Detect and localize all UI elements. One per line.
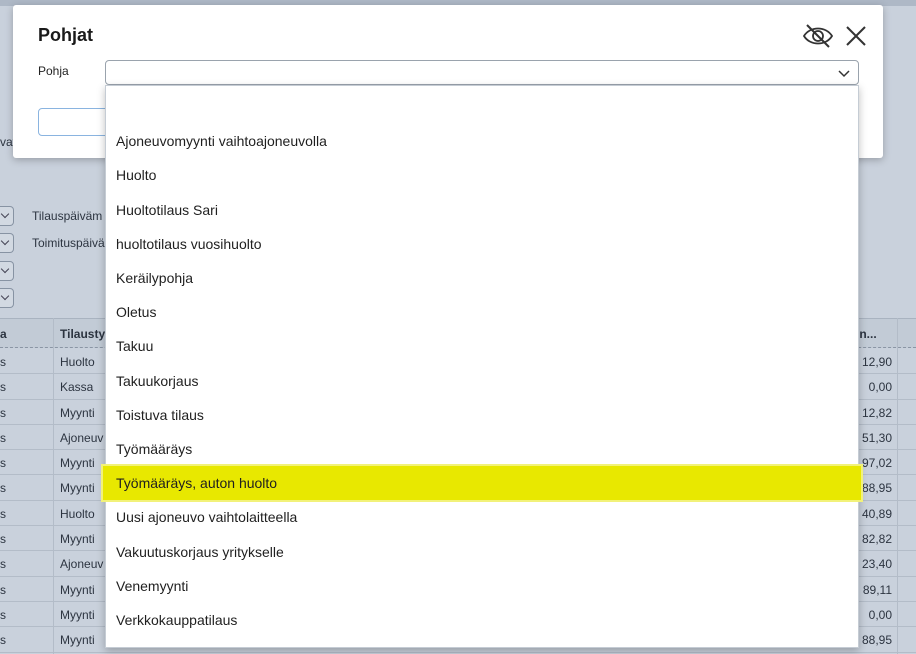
dropdown-option[interactable]: Takuukorjaus [106,364,858,398]
dropdown-option[interactable]: Venemyynti [106,569,858,603]
option-label: Uusi ajoneuvo vaihtolaitteella [116,509,298,526]
table-cell: s [0,355,6,369]
table-cell: s [0,380,6,395]
table-cell: Myynti [60,481,95,496]
table-cell: 40,89 [861,506,892,521]
option-label: Keräilypohja [116,270,194,286]
table-cell: 12,90 [861,355,892,369]
table-cell: s [0,607,6,622]
option-label: Ajoneuvomyynti vaihtoajoneuvolla [116,133,327,150]
filter-checkbox[interactable] [0,233,14,253]
filter-checkbox[interactable] [0,206,14,226]
column-header[interactable]: a [0,327,7,341]
table-cell: Myynti [60,456,95,471]
filter-row[interactable] [0,260,14,282]
table-cell: s [0,481,6,496]
table-cell: Ajoneuv [60,430,104,445]
dropdown-option[interactable]: Huoltotilaus Sari [106,193,858,227]
dropdown-option[interactable]: Huolto [106,158,858,192]
table-cell: Ajoneuv [60,557,104,572]
table-cell: 12,82 [861,405,892,420]
filter-label: Toimituspäivä [32,236,105,250]
filter-checkbox[interactable] [0,288,14,308]
option-label: Toistuva tilaus [116,406,204,423]
dropdown-option[interactable]: Työmääräys, auton huolto [103,466,861,501]
dropdown-option[interactable]: Toistuva tilaus [106,398,858,432]
table-cell: s [0,430,6,445]
table-cell: 0,00 [868,380,892,395]
template-select[interactable] [105,60,859,85]
dropdown-option[interactable]: huoltotilaus vuosihuolto [106,227,858,261]
dropdown-option[interactable]: Keräilypohja [106,261,858,295]
filter-label: Tilauspäiväm [32,209,103,223]
table-cell: 82,82 [861,532,892,547]
table-cell: 97,02 [861,456,892,471]
table-cell: s [0,405,6,420]
table-cell: s [0,506,6,521]
option-label: Huoltotilaus Sari [116,201,218,218]
dropdown-option[interactable]: Takuu [106,329,858,363]
table-cell: 23,40 [861,557,892,572]
table-cell: Huolto [60,355,95,369]
dropdown-option[interactable]: Ajoneuvomyynti vaihtoajoneuvolla [106,124,858,158]
option-label: Vakuutuskorjaus yritykselle [116,543,284,560]
option-label: Työmääräys [116,441,193,457]
dropdown-option[interactable]: Vakuutuskorjaus yritykselle [106,535,858,569]
table-cell: Myynti [60,607,95,622]
option-label: Huolto [116,167,157,184]
dropdown-option[interactable]: Verkkokauppatilaus [106,603,858,637]
table-cell: 88,95 [861,481,892,496]
option-label: Oletus [116,304,157,321]
filter-row[interactable] [0,287,14,309]
table-cell: Huolto [60,506,95,521]
table-cell: s [0,582,6,597]
filter-checkbox[interactable] [0,261,14,281]
table-cell: Myynti [60,582,95,597]
table-cell: s [0,557,6,572]
column-header-order-type[interactable]: Tilausty [60,327,105,341]
template-field-label: Pohja [38,64,69,78]
chevron-down-icon [838,70,850,78]
table-cell: Myynti [60,405,95,420]
dialog-title: Pohjat [38,25,94,45]
filter-row-delivery-date[interactable]: Toimituspäivä [0,232,105,254]
eye-off-icon[interactable] [802,22,834,50]
table-cell: Kassa [60,380,94,395]
filter-row-order-date[interactable]: Tilauspäiväm [0,205,102,227]
table-cell: s [0,456,6,471]
close-icon[interactable] [844,24,868,48]
template-options-list: Ajoneuvomyynti vaihtoajoneuvolla Huolto Hu… [103,85,861,648]
option-label: Verkkokauppatilaus [116,612,238,628]
table-cell: Myynti [60,532,95,547]
dropdown-option[interactable]: Uusi ajoneuvo vaihtolaitteella [106,500,858,534]
option-empty[interactable] [106,90,858,124]
option-label: Takuu [116,338,154,355]
table-cell: Myynti [60,633,95,648]
table-cell: s [0,633,6,648]
table-cell: 88,95 [861,633,892,648]
dropdown-option[interactable]: Työmääräys [106,432,858,466]
option-label: huoltotilaus vuosihuolto [116,235,262,252]
table-cell: s [0,532,6,547]
option-label: Takuukorjaus [116,372,199,389]
table-cell: 51,30 [861,430,892,445]
dropdown-option[interactable]: Oletus [106,295,858,329]
option-label: Työmääräys, auton huolto [116,475,278,492]
table-cell: 89,11 [862,582,892,597]
option-label: Venemyynti [116,577,189,594]
table-cell: 0,00 [868,607,892,622]
